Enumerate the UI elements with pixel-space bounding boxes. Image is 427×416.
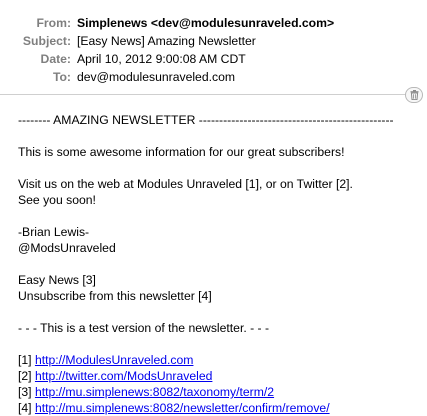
date-value: April 10, 2012 9:00:08 AM CDT [77,50,246,68]
from-value[interactable]: Simplenews <dev@modulesunraveled.com> [77,14,334,32]
link-ref: [4] [18,401,35,415]
link-ref: [2] [18,369,35,383]
link-twitter[interactable]: http://twitter.com/ModsUnraveled [35,369,212,383]
delete-button[interactable] [405,87,423,103]
message-body: -------- AMAZING NEWSLETTER ------------… [18,112,423,416]
link-row: [1] http://ModulesUnraveled.com [18,352,423,368]
link-row: [2] http://twitter.com/ModsUnraveled [18,368,423,384]
to-value[interactable]: dev@modulesunraveled.com [77,68,235,86]
intro-text: This is some awesome information for our… [18,144,423,160]
visit-text: Visit us on the web at Modules Unraveled… [18,176,423,192]
link-modules-unraveled[interactable]: http://ModulesUnraveled.com [35,353,194,367]
link-row: [3] http://mu.simplenews:8082/taxonomy/t… [18,384,423,400]
newsletter-banner: -------- AMAZING NEWSLETTER ------------… [18,112,423,128]
signature-name: -Brian Lewis- [18,224,423,240]
link-row: [4] http://mu.simplenews:8082/newsletter… [18,400,423,416]
test-notice: - - - This is a test version of the news… [18,320,423,336]
header-divider [0,94,408,95]
subject-label: Subject: [23,32,71,50]
to-label: To: [53,68,71,86]
to-row: To: dev@modulesunraveled.com [0,68,427,86]
subject-value: [Easy News] Amazing Newsletter [77,32,256,50]
trash-icon [410,90,419,100]
signature-handle: @ModsUnraveled [18,240,423,256]
subject-row: Subject: [Easy News] Amazing Newsletter [0,32,427,50]
link-unsubscribe-confirm[interactable]: http://mu.simplenews:8082/newsletter/con… [35,401,330,415]
date-label: Date: [41,50,71,68]
date-row: Date: April 10, 2012 9:00:08 AM CDT [0,50,427,68]
from-label: From: [36,14,71,32]
message-header: From: Simplenews <dev@modulesunraveled.c… [0,14,427,86]
see-you-text: See you soon! [18,192,423,208]
from-row: From: Simplenews <dev@modulesunraveled.c… [0,14,427,32]
link-ref: [1] [18,353,35,367]
unsubscribe-text: Unsubscribe from this newsletter [4] [18,288,423,304]
easy-news-text: Easy News [3] [18,272,423,288]
